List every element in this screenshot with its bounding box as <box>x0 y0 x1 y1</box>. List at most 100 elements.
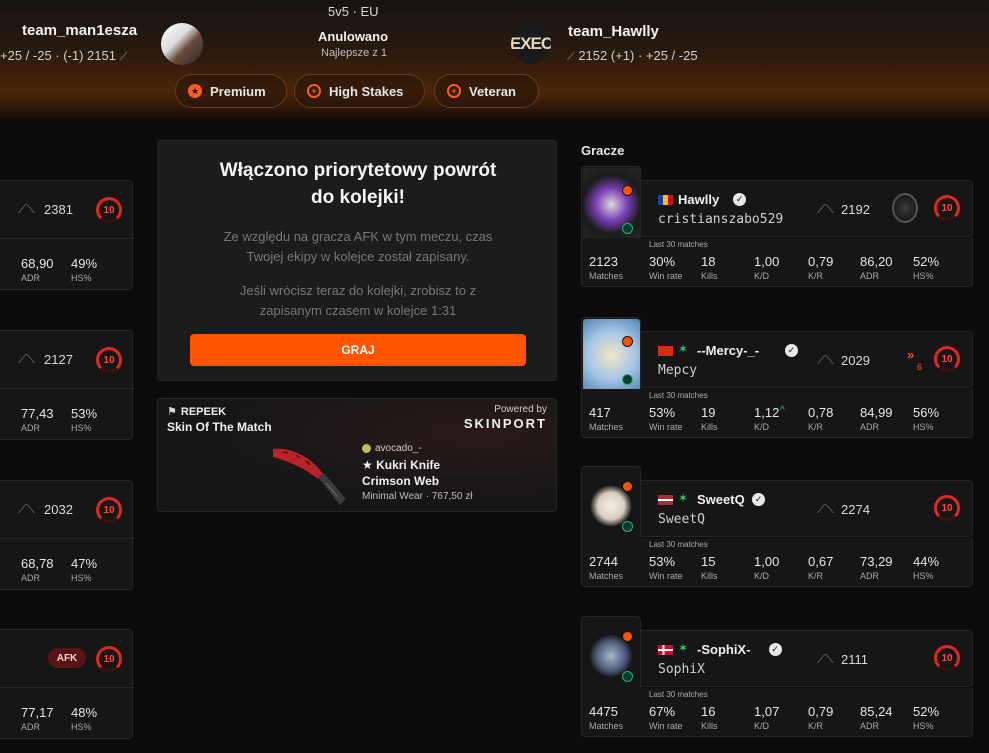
crosshair-icon: + <box>307 84 321 98</box>
adr-value: 77,17 <box>21 705 54 720</box>
trend-icon: ⟋⟍ <box>817 202 834 216</box>
play-button[interactable]: GRAJ <box>190 334 526 366</box>
adr-value: 86,20 <box>860 254 893 269</box>
hs-value: 44% <box>913 554 940 569</box>
skinport-logo[interactable]: SKINPORT <box>464 416 547 431</box>
winrate-label: Win rate <box>649 571 683 581</box>
flag-icon <box>658 195 673 205</box>
skill-level-value: 10 <box>103 653 115 665</box>
kills-label: Kills <box>701 571 718 581</box>
hs-value: 52% <box>913 704 940 719</box>
premium-pill[interactable]: ★ Premium <box>175 74 287 108</box>
sotm-item-2: Crimson Web <box>362 474 440 488</box>
pill-label: High Stakes <box>329 83 404 99</box>
player-stats-row: Last 30 matches 4475 Matches 67% Win rate 16 K… <box>581 688 973 737</box>
player-nickname: cristianszabo529 <box>658 212 784 227</box>
hs-value: 49% <box>71 256 98 271</box>
trend-icon: ⟋⟍ <box>817 652 834 666</box>
hs-value: 53% <box>71 406 98 421</box>
match-status: Anulowano <box>318 29 389 44</box>
sotm-brand-text: REPEEK <box>180 405 227 418</box>
winrate-value: 53% <box>649 405 676 420</box>
team2-stats-text: 2152 (+1) · +25 / -25 <box>578 48 698 63</box>
player-nickname: SophiX <box>658 662 705 677</box>
kr-value: 0,78 <box>808 405 834 420</box>
kr-label: K/R <box>808 422 824 432</box>
kills-label: Kills <box>701 721 718 731</box>
kd-label: K/D <box>754 271 770 281</box>
sotm-user-name: avocado_- <box>375 443 422 454</box>
left-player-card[interactable]: ⟋⟍ 2381 10 68,90 ADR 49% HS% <box>0 180 134 290</box>
adr-value: 73,29 <box>860 554 893 569</box>
premium-badge-icon <box>622 631 633 642</box>
hs-label: HS% <box>913 271 934 281</box>
sotm-condition: Minimal Wear · 767,50 zł <box>362 491 473 502</box>
player-stats-row: Last 30 matches 2123 Matches 30% Win rate 18 K… <box>581 238 973 287</box>
player-info-card[interactable]: ✶ -SophiX- ✓ SophiX ⟋⟍ 2111 10 <box>641 630 973 687</box>
skill-level-icon: 10 <box>934 195 960 221</box>
matches-label: Matches <box>589 721 624 731</box>
player-name[interactable]: SweetQ <box>697 492 745 507</box>
match-mode: 5v5 · EU <box>328 4 379 19</box>
shield-icon <box>622 223 633 234</box>
last30-label: Last 30 matches <box>649 391 708 400</box>
hs-value: 47% <box>71 556 98 571</box>
avatar <box>583 168 640 249</box>
last30-label: Last 30 matches <box>649 690 708 699</box>
player-name[interactable]: --Mercy-_- <box>697 343 759 358</box>
skin-of-the-match-panel[interactable]: ⚑ REPEEK Skin Of The Match Powered by SK… <box>157 398 557 512</box>
matches-label: Matches <box>589 271 624 281</box>
skill-level-icon: 10 <box>934 346 960 372</box>
matches-label: Matches <box>589 422 624 432</box>
pill-label: Veteran <box>469 83 516 99</box>
player-info-card[interactable]: ✶ --Mercy-_- ✓ Мерсу ⟋⟍ 2029 » 6 10 <box>641 331 973 388</box>
adr-label: ADR <box>860 721 880 731</box>
winrate-label: Win rate <box>649 271 683 281</box>
winrate-value: 53% <box>649 554 676 569</box>
adr-value: 68,90 <box>21 256 54 271</box>
trend-icon: ⟋ <box>119 51 128 63</box>
trend-icon: ⟋⟍ <box>18 202 35 216</box>
left-player-card[interactable]: AFK 10 77,17 ADR 48% HS% <box>0 629 134 739</box>
player-info-card[interactable]: Hawlly ✓ cristianszabo529 ⟋⟍ 2192 10 <box>641 180 973 237</box>
team1-stats-text: +25 / -25 · (-1) 2151 <box>0 48 116 63</box>
team2-name[interactable]: team_Hawlly <box>568 23 659 40</box>
matches-value: 4475 <box>589 704 618 719</box>
left-player-card[interactable]: ⟋⟍ 2032 10 68,78 ADR 47% HS% <box>0 480 134 590</box>
team1-name[interactable]: team_man1esza <box>22 22 137 39</box>
avatar <box>583 319 640 400</box>
team1-stats: +25 / -25 · (-1) 2151 ⟋ <box>0 48 127 64</box>
team2-avatar[interactable]: EXEC <box>511 24 551 64</box>
hs-value: 52% <box>913 254 940 269</box>
veteran-pill[interactable]: + Veteran <box>434 74 539 108</box>
left-player-card[interactable]: ⟋⟍ 2127 10 77,43 ADR 53% HS% <box>0 330 134 440</box>
verified-icon: ✓ <box>768 643 782 656</box>
premium-badge-icon <box>622 336 633 347</box>
elo-value: 2111 <box>841 652 868 667</box>
player-nickname: SweetQ <box>658 512 705 527</box>
hs-label: HS% <box>71 273 92 283</box>
winrate-label: Win rate <box>649 721 683 731</box>
elo-value: 2381 <box>44 202 73 217</box>
kills-value: 19 <box>701 405 716 420</box>
shield-icon <box>622 521 633 532</box>
adr-label: ADR <box>860 571 880 581</box>
high-stakes-pill[interactable]: + High Stakes <box>294 74 425 108</box>
adr-value: 85,24 <box>860 704 893 719</box>
team2-logo-text: EXEC <box>511 34 551 53</box>
player-name[interactable]: Hawlly <box>678 192 719 207</box>
player-name[interactable]: -SophiX- <box>697 642 750 657</box>
kd-value: 1,00 <box>754 554 780 569</box>
trend-icon: ⟋⟍ <box>18 502 35 516</box>
hs-label: HS% <box>913 721 934 731</box>
up-arrow-icon: ^ <box>780 405 785 416</box>
avatar <box>362 444 371 453</box>
skill-level-value: 10 <box>103 504 115 516</box>
team1-avatar[interactable] <box>161 23 203 65</box>
verified-icon: ✓ <box>785 344 798 357</box>
flag-icon <box>658 346 673 356</box>
afk-badge: AFK <box>48 648 86 668</box>
verified-icon: ✓ <box>752 493 766 506</box>
player-info-card[interactable]: ✶ SweetQ ✓ SweetQ ⟋⟍ 2274 10 <box>641 480 973 537</box>
team2-stats: ⟋ 2152 (+1) · +25 / -25 <box>567 48 698 64</box>
